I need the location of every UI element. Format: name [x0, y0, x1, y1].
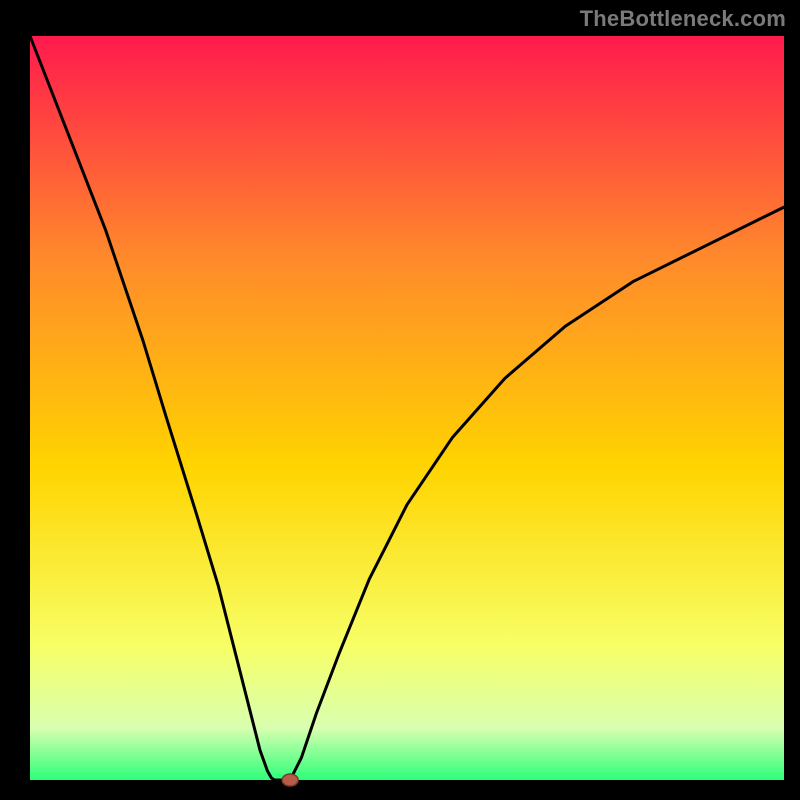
bottleneck-plot [0, 0, 800, 800]
optimal-marker [282, 774, 298, 786]
plot-background [30, 36, 784, 780]
chart-stage: TheBottleneck.com [0, 0, 800, 800]
